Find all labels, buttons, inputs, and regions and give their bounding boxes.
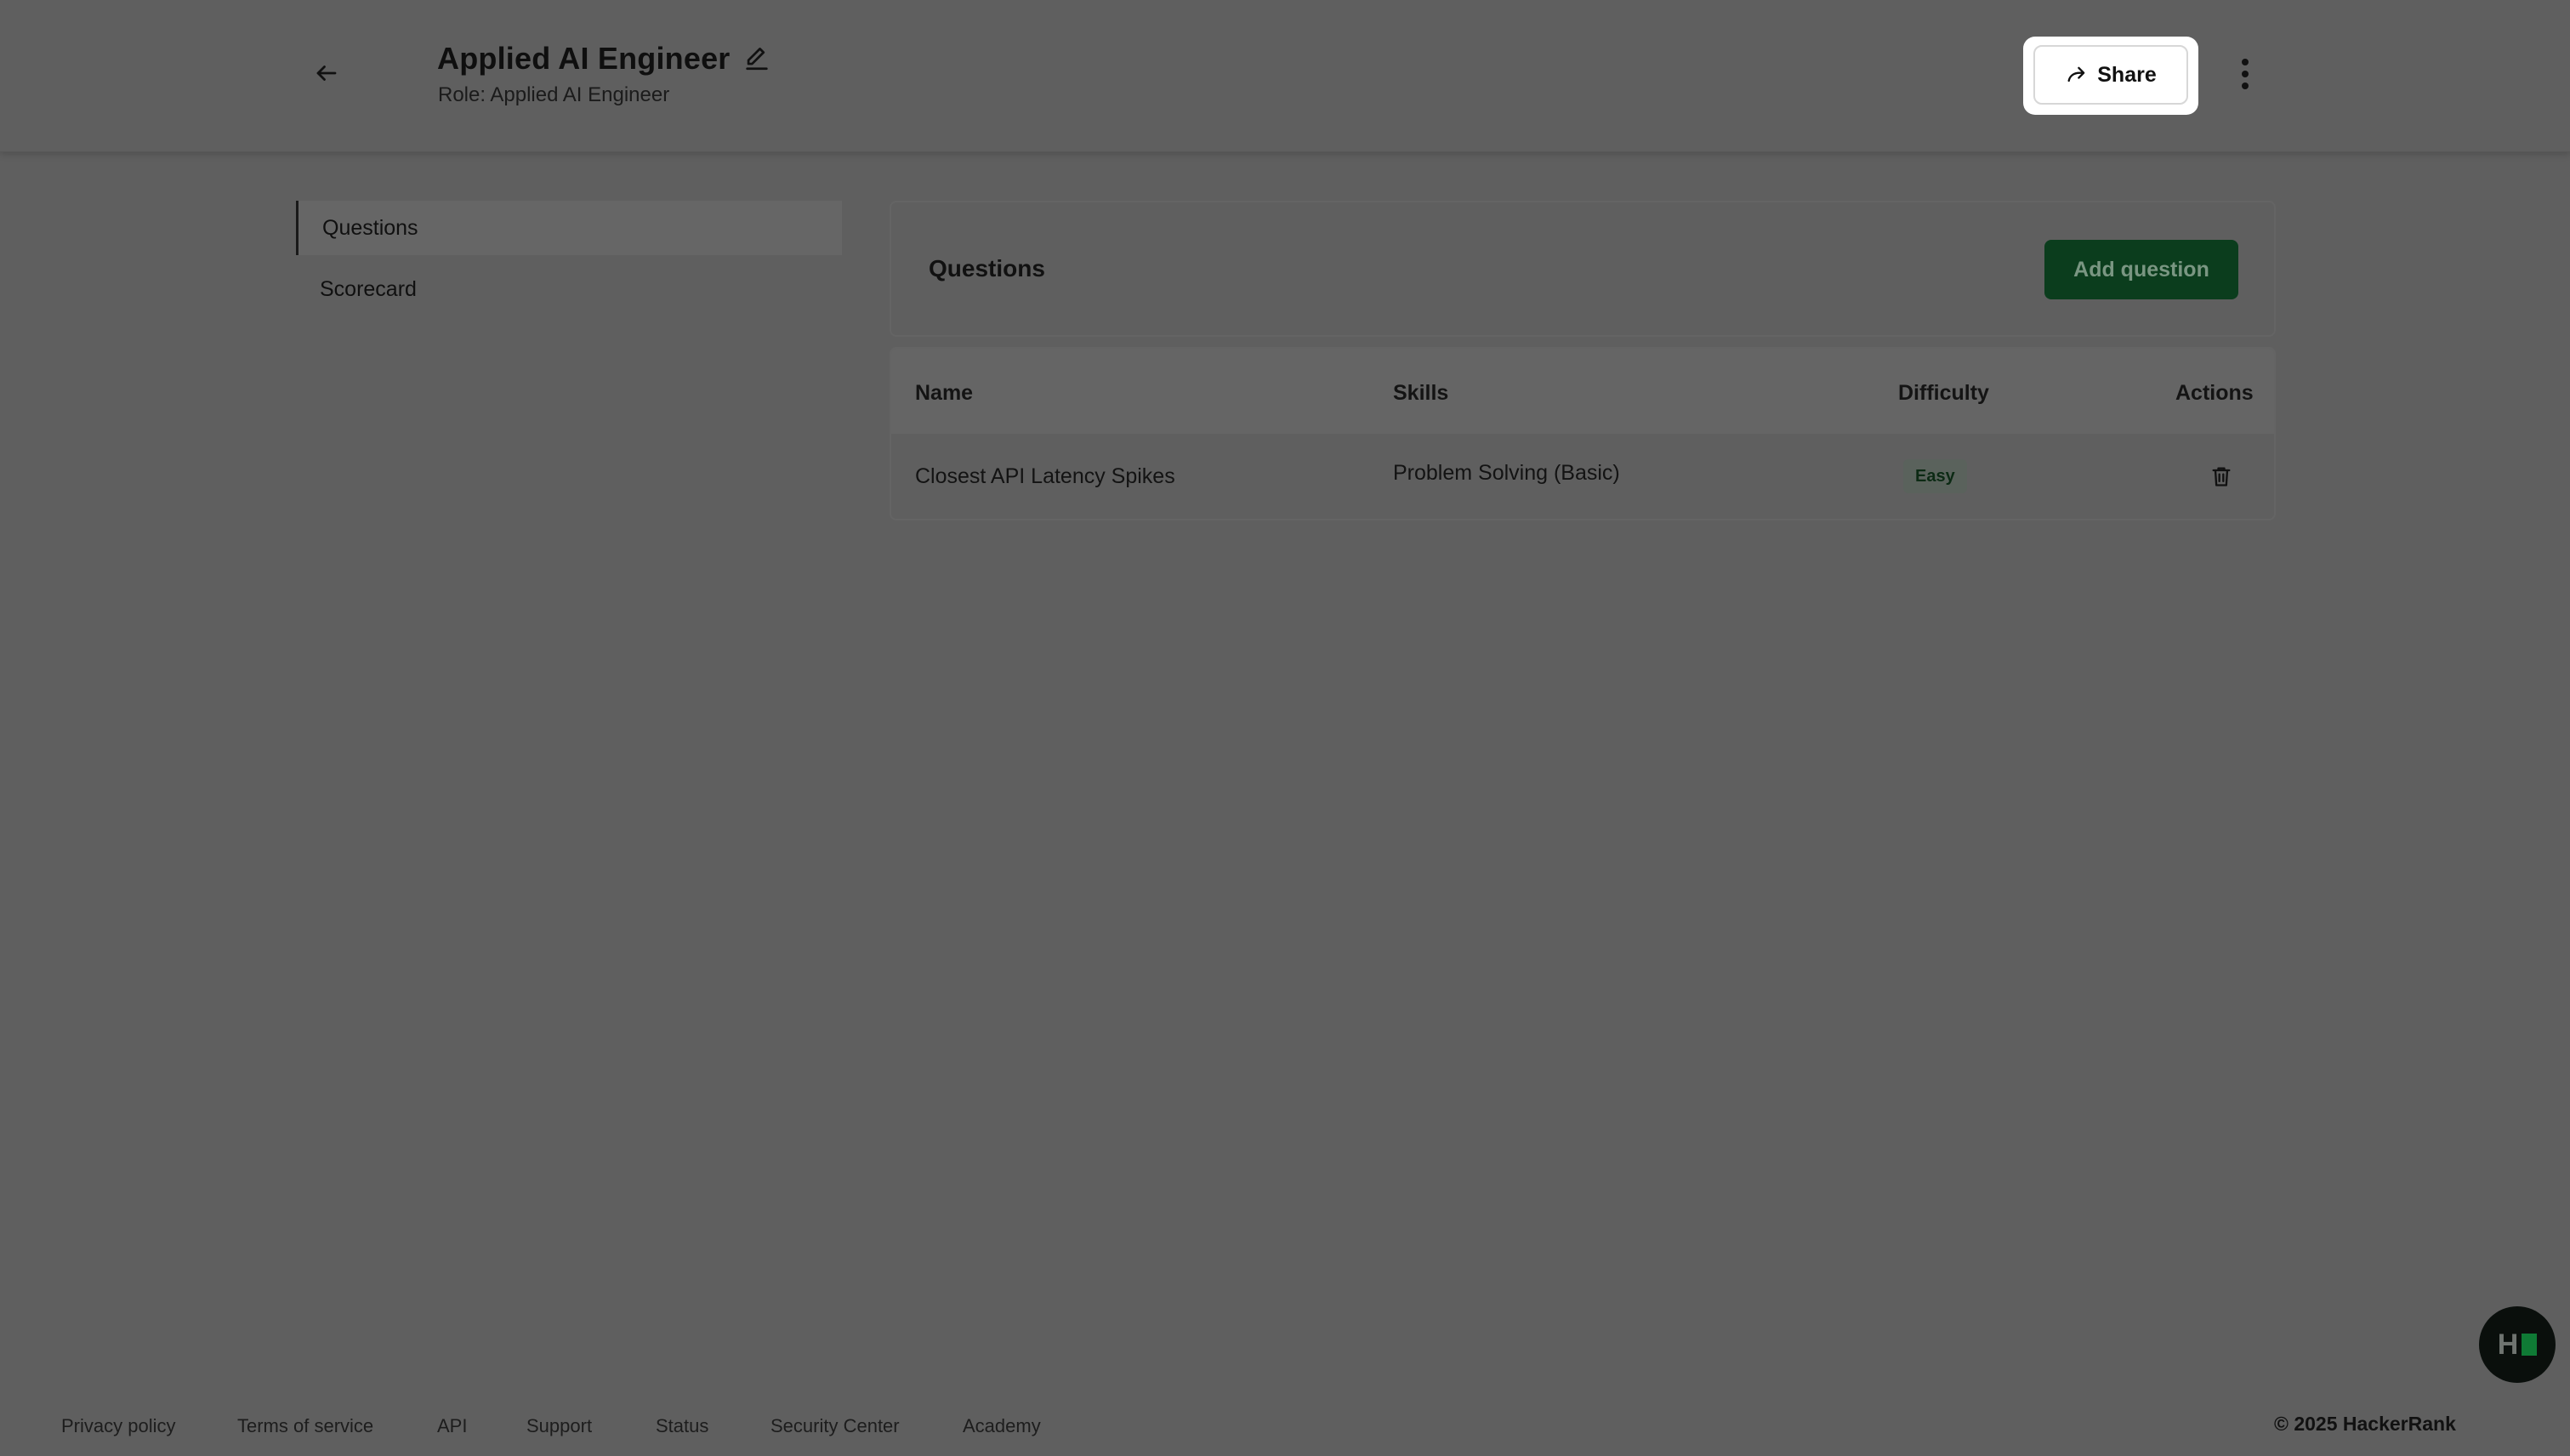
column-header-skills: Skills	[1393, 381, 1449, 405]
share-button[interactable]: Share	[2033, 45, 2188, 105]
table-row[interactable]: Closest API Latency Spikes Problem Solvi…	[891, 434, 2274, 519]
footer-link-terms[interactable]: Terms of service	[237, 1415, 373, 1437]
arrow-left-icon	[316, 65, 337, 81]
hackerrank-help-button[interactable]: H	[2479, 1306, 2556, 1383]
questions-card: Questions Add question	[890, 201, 2276, 337]
sidebar-item-questions[interactable]: Questions	[296, 201, 842, 255]
share-button-label: Share	[2097, 62, 2157, 87]
footer-link-api[interactable]: API	[437, 1415, 467, 1437]
page-title: Applied AI Engineer	[437, 41, 731, 76]
back-button[interactable]	[311, 58, 342, 88]
add-question-button[interactable]: Add question	[2044, 240, 2238, 299]
footer-link-academy[interactable]: Academy	[963, 1415, 1041, 1437]
footer-link-status[interactable]: Status	[656, 1415, 708, 1437]
footer-link-security-center[interactable]: Security Center	[770, 1415, 900, 1437]
top-header: Applied AI Engineer Role: Applied AI Eng…	[0, 0, 2570, 152]
sidebar-item-label: Questions	[322, 215, 418, 240]
questions-heading: Questions	[929, 255, 1045, 282]
column-header-name: Name	[915, 381, 974, 405]
hackerrank-logo-block	[2522, 1334, 2538, 1356]
trash-icon	[2212, 467, 2231, 486]
hackerrank-logo-letter: H	[2497, 1328, 2519, 1361]
difficulty-badge: Easy	[1903, 459, 1967, 493]
footer-link-support[interactable]: Support	[526, 1415, 592, 1437]
question-skills: Problem Solving (Basic)	[1393, 461, 1620, 485]
pencil-icon	[746, 48, 768, 71]
sidebar-item-scorecard[interactable]: Scorecard	[296, 262, 842, 316]
copyright-text: © 2025 HackerRank	[2274, 1413, 2456, 1435]
column-header-actions: Actions	[2175, 381, 2254, 405]
more-options-button[interactable]	[2230, 53, 2260, 95]
edit-title-button[interactable]	[742, 43, 772, 73]
sidebar-item-label: Scorecard	[320, 276, 417, 301]
kebab-menu-icon	[2242, 59, 2249, 89]
question-name[interactable]: Closest API Latency Spikes	[915, 464, 1175, 489]
column-header-difficulty: Difficulty	[1898, 381, 1989, 405]
table-header: Name Skills Difficulty Actions	[891, 349, 2274, 434]
footer-link-privacy[interactable]: Privacy policy	[61, 1415, 175, 1437]
delete-question-button[interactable]	[2206, 459, 2237, 493]
questions-table: Name Skills Difficulty Actions Closest A…	[890, 347, 2276, 520]
page-subtitle: Role: Applied AI Engineer	[438, 83, 670, 106]
share-arrow-icon	[2067, 66, 2085, 82]
